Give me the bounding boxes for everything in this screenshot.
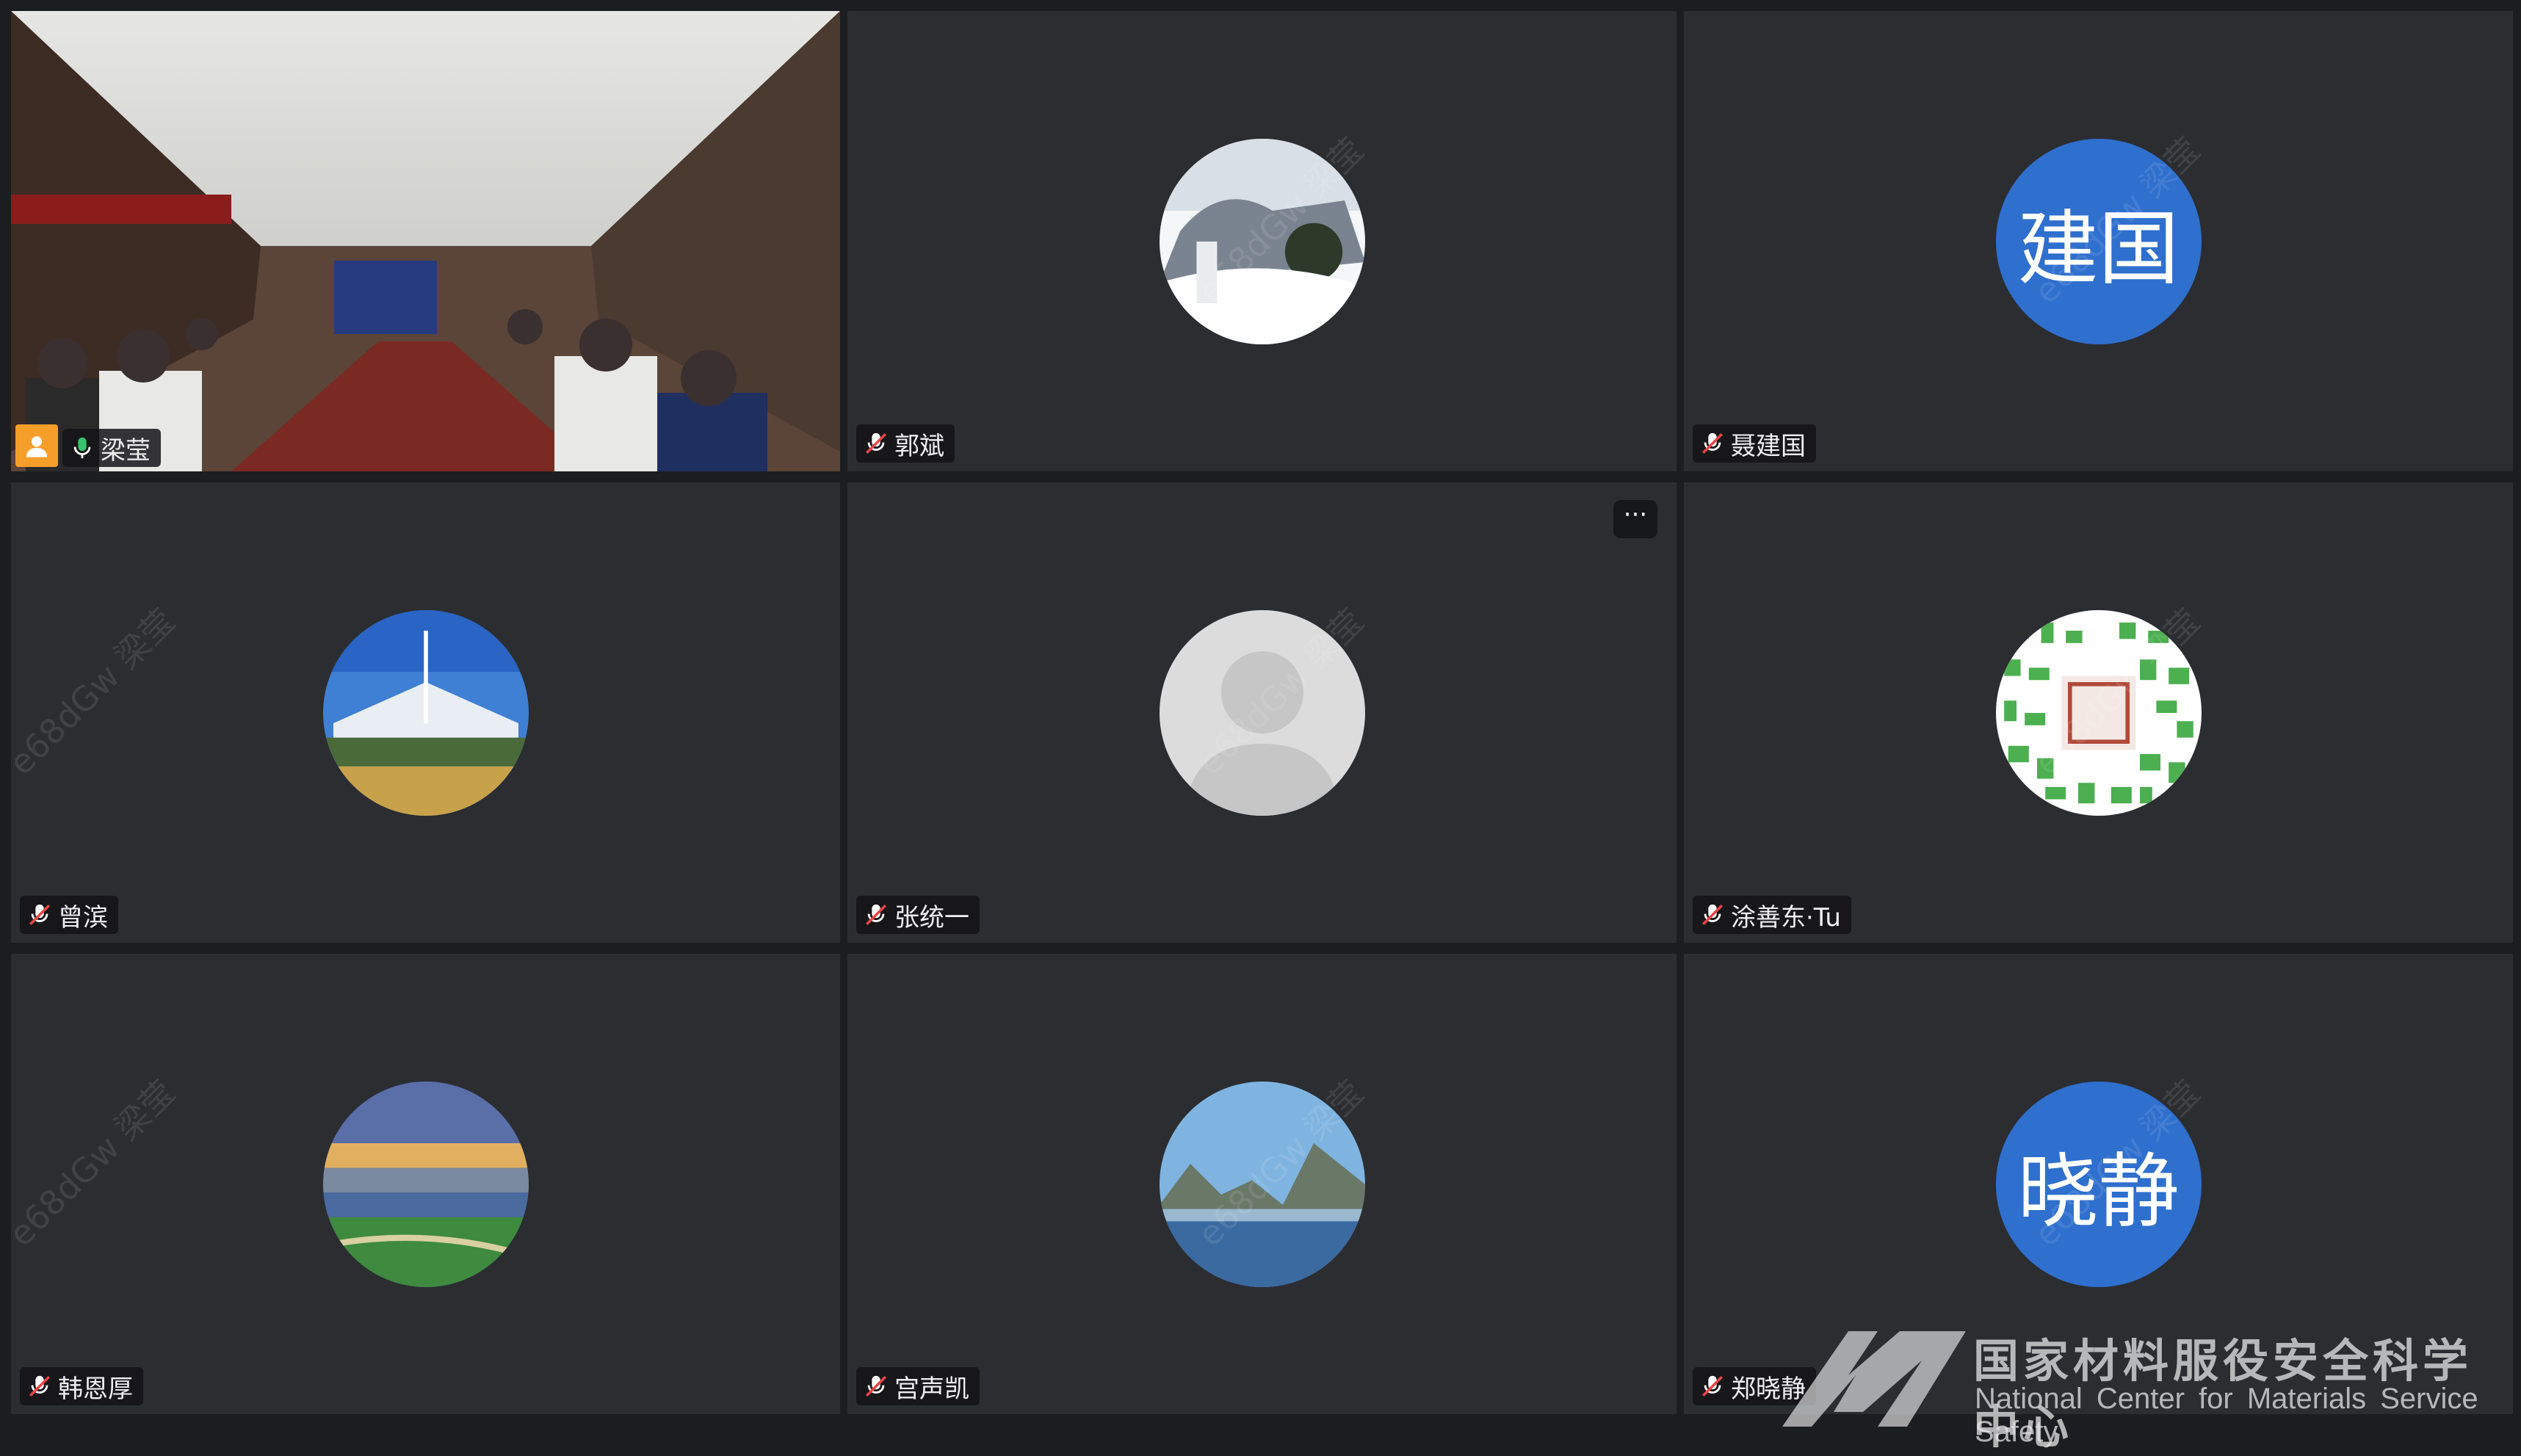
avatar bbox=[1159, 138, 1365, 344]
nameplate: 梁莹 bbox=[62, 429, 161, 467]
logo-name-en: National Center for Materials Service Sa… bbox=[1975, 1383, 2478, 1448]
nameplate: 曾滨 bbox=[20, 896, 118, 934]
avatar: 建国 bbox=[1995, 138, 2202, 344]
video-grid: 梁莹 e68dGw 梁莹 郭斌 建国 e68dGw 梁莹 聂建国 e68dGw … bbox=[11, 11, 2515, 1424]
nameplate: 涂善东·Tu bbox=[1693, 896, 1851, 934]
participant-name: 韩恩厚 bbox=[58, 1374, 133, 1404]
nameplate: 张统一 bbox=[856, 896, 980, 934]
mic-muted-icon bbox=[865, 1375, 887, 1397]
mic-muted-icon bbox=[865, 904, 887, 926]
user-icon bbox=[15, 424, 58, 467]
nameplate: 宫声凯 bbox=[856, 1367, 980, 1405]
watermark: e68dGw 梁莹 bbox=[11, 601, 183, 783]
avatar bbox=[1159, 609, 1365, 816]
mic-muted-icon bbox=[865, 432, 887, 454]
avatar bbox=[322, 609, 529, 816]
participant-tile-tushandong[interactable]: e68dGw 梁莹 涂善东·Tu bbox=[1684, 482, 2513, 943]
mic-muted-icon bbox=[1701, 904, 1724, 926]
avatar: 晓静 bbox=[1995, 1081, 2202, 1287]
participant-name: 郭斌 bbox=[894, 431, 944, 461]
more-options-button[interactable]: ··· bbox=[1613, 500, 1657, 538]
logo-mark-icon bbox=[1782, 1331, 1966, 1427]
nameplate: 郭斌 bbox=[856, 424, 955, 463]
avatar bbox=[1159, 1081, 1365, 1287]
mic-muted-icon bbox=[29, 1375, 51, 1397]
participant-tile-zhangtongyi[interactable]: ··· e68dGw 梁莹 张统一 bbox=[847, 482, 1677, 943]
participant-tile-zengbin[interactable]: e68dGw 梁莹 曾滨 bbox=[11, 482, 840, 943]
participant-name: 曾滨 bbox=[58, 902, 108, 932]
mic-muted-icon bbox=[1701, 432, 1724, 454]
meeting-room-video bbox=[11, 11, 840, 471]
participant-name: 聂建国 bbox=[1731, 431, 1806, 461]
participant-tile-liangying[interactable]: 梁莹 bbox=[11, 11, 840, 471]
nameplate: 聂建国 bbox=[1693, 424, 1816, 463]
mic-on-icon bbox=[73, 437, 91, 459]
participant-tile-niejianguo[interactable]: 建国 e68dGw 梁莹 聂建国 bbox=[1684, 11, 2513, 471]
avatar bbox=[1995, 609, 2202, 816]
participant-name: 宫声凯 bbox=[894, 1374, 969, 1404]
organization-logo: 国家材料服役安全科学中心 National Center for Materia… bbox=[1782, 1309, 2517, 1454]
participant-tile-gongshengkai[interactable]: e68dGw 梁莹 宫声凯 bbox=[847, 954, 1677, 1414]
participant-tile-hanenhou[interactable]: e68dGw 梁莹 韩恩厚 bbox=[11, 954, 840, 1414]
nameplate: 韩恩厚 bbox=[20, 1367, 143, 1405]
participant-name: 梁莹 bbox=[101, 435, 151, 466]
watermark: e68dGw 梁莹 bbox=[11, 1072, 183, 1254]
participant-name: 张统一 bbox=[894, 902, 969, 932]
mic-muted-icon bbox=[1701, 1375, 1724, 1397]
participant-tile-guobin[interactable]: e68dGw 梁莹 郭斌 bbox=[847, 11, 1677, 471]
mic-muted-icon bbox=[29, 904, 51, 926]
avatar bbox=[322, 1081, 529, 1287]
participant-name: 涂善东·Tu bbox=[1731, 902, 1841, 932]
